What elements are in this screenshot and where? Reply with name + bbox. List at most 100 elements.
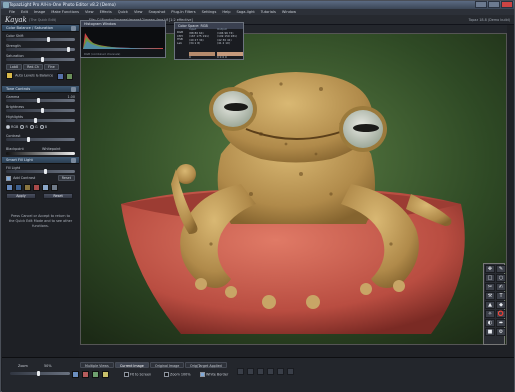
pen-tool-icon[interactable]: ✎ bbox=[496, 265, 506, 273]
adjustment-panel: Color Balance / Saturation Color Shift S… bbox=[2, 25, 79, 357]
swatch-icon[interactable] bbox=[51, 183, 59, 191]
points-slider[interactable] bbox=[6, 152, 75, 155]
strength-slider[interactable] bbox=[6, 47, 75, 52]
rect-select-icon[interactable]: □ bbox=[485, 274, 495, 282]
collapse-icon[interactable] bbox=[71, 158, 76, 163]
fill-icon[interactable]: ■ bbox=[485, 328, 495, 336]
top-toolstrip: Kayak (The Quick Edit) File: C:\Rundoc\I… bbox=[1, 15, 514, 25]
zoom-slider[interactable] bbox=[10, 371, 70, 376]
brush-icon[interactable]: ✍ bbox=[496, 283, 506, 291]
sparkle-icon[interactable]: ✧ bbox=[485, 310, 495, 318]
white-border-option[interactable]: White Border bbox=[200, 372, 228, 377]
contrast-slider[interactable] bbox=[6, 137, 75, 142]
nav-button[interactable] bbox=[267, 368, 274, 375]
add-contrast-checkbox[interactable] bbox=[6, 175, 11, 181]
add-contrast-reset[interactable]: Reset bbox=[57, 175, 75, 181]
chip-red[interactable]: Red-Ch bbox=[23, 64, 43, 70]
radio-b[interactable] bbox=[39, 125, 44, 129]
slider-row: Fill Light bbox=[2, 164, 79, 174]
chip-lab8[interactable]: Lab8 bbox=[6, 64, 23, 70]
crop-icon[interactable]: ✂ bbox=[485, 283, 495, 291]
collapse-icon[interactable] bbox=[71, 87, 76, 92]
slider-knob[interactable] bbox=[40, 57, 44, 62]
image-canvas[interactable] bbox=[80, 33, 507, 345]
fit-to-screen-option[interactable]: Fit to Screen bbox=[124, 372, 151, 377]
tab-orig-target[interactable]: Orig/Target Applied bbox=[185, 362, 227, 368]
color-space-labels: RGB CMY HSB Lab bbox=[177, 30, 183, 45]
move-tool-icon[interactable]: ✥ bbox=[485, 265, 495, 273]
color-space-window[interactable]: Color Space: RGB RGB CMY HSB Lab Input (… bbox=[174, 22, 244, 60]
input-column: Input (88 80 64) (167 175 191) (40 27 34… bbox=[189, 27, 209, 46]
section-tone-controls[interactable]: Tone Controls bbox=[2, 86, 79, 93]
nav-button[interactable] bbox=[287, 368, 294, 375]
input-swatch bbox=[189, 52, 215, 56]
view-icon[interactable] bbox=[82, 371, 89, 378]
output-value: (41 2 10) bbox=[217, 41, 230, 46]
highlights-slider[interactable] bbox=[6, 118, 75, 123]
chip-fine[interactable]: Fine bbox=[44, 64, 59, 70]
tools-palette: ✥ ✎ □ ○ ✂ ✍ ⚒ T ▲ ◆ ✧ ⭕ ◐ ⬌ ■ ⚙ bbox=[483, 263, 506, 345]
view-icon[interactable] bbox=[92, 371, 99, 378]
nav-button[interactable] bbox=[277, 368, 284, 375]
zoom-value[interactable]: 50% bbox=[44, 364, 52, 368]
swatch-icon[interactable] bbox=[6, 183, 13, 191]
nav-button[interactable] bbox=[237, 368, 244, 375]
gear-icon[interactable]: ⚙ bbox=[496, 328, 506, 336]
window-controls bbox=[475, 1, 513, 8]
white-border-checkbox[interactable] bbox=[200, 372, 205, 377]
swatch-icon[interactable] bbox=[24, 183, 32, 191]
auto-levels-icon[interactable] bbox=[6, 72, 13, 79]
frog-photo bbox=[81, 34, 506, 344]
color-shift-slider[interactable] bbox=[6, 37, 75, 42]
tab-original-image[interactable]: Original Image bbox=[150, 362, 185, 368]
swatch-icon[interactable] bbox=[33, 183, 41, 191]
fit-checkbox[interactable] bbox=[124, 372, 129, 377]
nav-button[interactable] bbox=[257, 368, 264, 375]
slider-knob[interactable] bbox=[26, 137, 30, 142]
collapse-icon[interactable] bbox=[71, 26, 76, 31]
auto-levels-label[interactable]: Auto Levels & Balance bbox=[15, 74, 53, 78]
minimize-button[interactable] bbox=[475, 1, 487, 8]
zoom-label: Zoom bbox=[18, 364, 28, 368]
shape-tool-icon[interactable]: ▲ bbox=[485, 301, 495, 309]
tab-multiple-views[interactable]: Multiple Views bbox=[80, 362, 114, 368]
fill-light-slider[interactable] bbox=[6, 169, 75, 174]
swatch-icon[interactable] bbox=[66, 73, 73, 80]
radio-rgb[interactable] bbox=[6, 125, 10, 129]
slider-row: Strength bbox=[2, 42, 79, 52]
radio-g[interactable] bbox=[29, 125, 34, 129]
close-button[interactable] bbox=[501, 1, 513, 8]
zoom100-checkbox[interactable] bbox=[164, 372, 169, 377]
ellipse-select-icon[interactable]: ○ bbox=[496, 274, 506, 282]
arrows-icon[interactable]: ⬌ bbox=[496, 319, 506, 327]
app-window: TopazLight Pro All-in-One Photo Editor v… bbox=[0, 0, 515, 392]
section-color-balance[interactable]: Color Balance / Saturation bbox=[2, 25, 79, 32]
slider-row: Brightness bbox=[2, 103, 79, 113]
diamond-tool-icon[interactable]: ◆ bbox=[496, 301, 506, 309]
saturation-slider[interactable] bbox=[6, 57, 75, 62]
section-smart-fill[interactable]: Smart Fill Light bbox=[2, 157, 79, 164]
apply-button[interactable]: Apply bbox=[6, 193, 36, 199]
maximize-button[interactable] bbox=[488, 1, 500, 8]
radio-r[interactable] bbox=[20, 125, 25, 129]
text-tool-icon[interactable]: T bbox=[496, 292, 506, 300]
picker-icon[interactable] bbox=[57, 73, 64, 80]
swatch-icon[interactable] bbox=[15, 183, 23, 191]
gamma-slider[interactable] bbox=[6, 98, 75, 103]
nav-button[interactable] bbox=[247, 368, 254, 375]
cs-footer-right: 0 0 0 0 bbox=[217, 55, 227, 59]
slider-knob[interactable] bbox=[37, 371, 40, 376]
swatch-icon[interactable] bbox=[42, 183, 50, 191]
reset-button[interactable]: Reset bbox=[43, 193, 74, 199]
hammer-icon[interactable]: ⚒ bbox=[485, 292, 495, 300]
circle-tool-icon[interactable]: ⭕ bbox=[496, 310, 506, 318]
channel-row: RGB R G B bbox=[2, 123, 79, 131]
view-icon[interactable] bbox=[72, 371, 79, 378]
tab-current-image[interactable]: Current Image bbox=[115, 362, 149, 368]
brightness-slider[interactable] bbox=[6, 108, 75, 113]
histogram-window[interactable]: Histogram Window RGB (combined channels) bbox=[80, 20, 166, 58]
histogram-graph bbox=[81, 27, 165, 49]
zoom100-option[interactable]: Zoom 100% bbox=[164, 372, 191, 377]
half-circle-icon[interactable]: ◐ bbox=[485, 319, 495, 327]
view-icon[interactable] bbox=[102, 371, 109, 378]
